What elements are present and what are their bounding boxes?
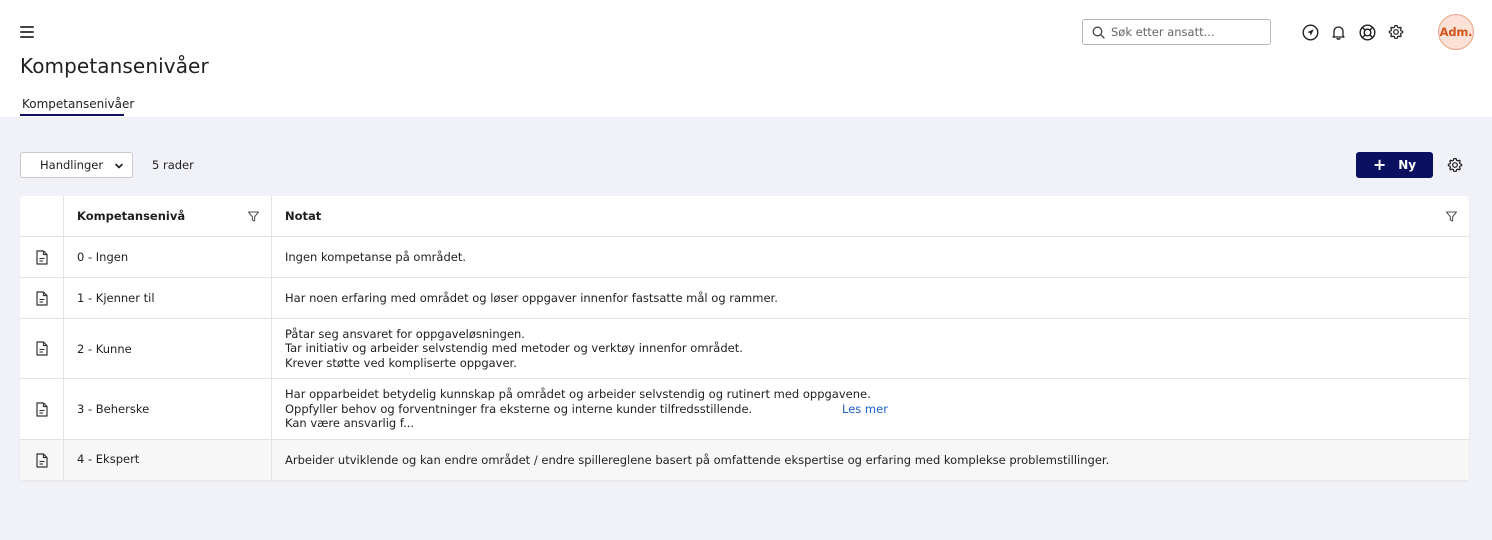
note-cell: Påtar seg ansvaret for oppgaveløsningen.… <box>272 319 1469 378</box>
column-header-level[interactable]: Kompetansenivå <box>64 196 272 236</box>
table-row[interactable]: 4 - Ekspert Arbeider utviklende og kan e… <box>20 440 1469 480</box>
document-icon[interactable] <box>20 440 64 480</box>
document-icon[interactable] <box>20 379 64 439</box>
note-line: Påtar seg ansvaret for oppgaveløsningen. <box>285 326 525 341</box>
avatar[interactable]: Adm. <box>1438 14 1474 50</box>
document-icon[interactable] <box>20 319 64 378</box>
note-line: Krever støtte ved kompliserte oppgaver. <box>285 355 517 370</box>
new-button[interactable]: + Ny <box>1356 152 1433 178</box>
table-row[interactable]: 1 - Kjenner til Har noen erfaring med om… <box>20 278 1469 319</box>
column-header-note[interactable]: Notat <box>272 196 1469 236</box>
document-icon[interactable] <box>20 278 64 318</box>
note-cell: Har opparbeidet betydelig kunnskap på om… <box>272 379 1469 439</box>
note-line: Kan være ansvarlig f... <box>285 416 415 431</box>
search-icon <box>1092 26 1105 39</box>
level-cell: 3 - Beherske <box>64 379 272 439</box>
active-tab-indicator <box>20 114 124 116</box>
competence-table: Kompetansenivå Notat 0 - Ingen Ingen kom… <box>20 196 1469 480</box>
plus-icon: + <box>1372 155 1387 174</box>
column-header-note-label: Notat <box>285 208 322 223</box>
row-count: 5 rader <box>152 158 194 172</box>
tab-kompetanseniva[interactable]: Kompetansenivåer <box>22 97 134 111</box>
level-cell: 0 - Ingen <box>64 237 272 277</box>
document-icon[interactable] <box>20 237 64 277</box>
note-line: Har noen erfaring med området og løser o… <box>285 290 778 305</box>
bell-icon[interactable] <box>1329 23 1347 41</box>
note-cell: Har noen erfaring med området og løser o… <box>272 278 1469 318</box>
navigation-arrow-icon[interactable] <box>1301 23 1319 41</box>
level-cell: 2 - Kunne <box>64 319 272 378</box>
gear-icon[interactable] <box>1387 23 1405 41</box>
level-cell: 4 - Ekspert <box>64 440 272 480</box>
read-more-link[interactable]: Les mer <box>842 402 888 417</box>
note-line: Arbeider utviklende og kan endre området… <box>285 452 1110 467</box>
note-line: Ingen kompetanse på området. <box>285 249 466 264</box>
table-row[interactable]: 0 - Ingen Ingen kompetanse på området. <box>20 237 1469 278</box>
search-input[interactable] <box>1111 25 1261 39</box>
chevron-down-icon <box>115 163 123 169</box>
column-header-level-label: Kompetansenivå <box>77 209 186 223</box>
employee-search[interactable] <box>1082 19 1271 45</box>
page-title: Kompetansenivåer <box>20 54 209 78</box>
level-cell: 1 - Kjenner til <box>64 278 272 318</box>
note-cell: Arbeider utviklende og kan endre området… <box>272 440 1469 480</box>
table-row[interactable]: 2 - Kunne Påtar seg ansvaret for oppgave… <box>20 319 1469 379</box>
table-header-row: Kompetansenivå Notat <box>20 196 1469 237</box>
top-bar: Kompetansenivåer Kompetansenivåer Søk et… <box>0 0 1492 117</box>
note-cell: Ingen kompetanse på området. <box>272 237 1469 277</box>
hamburger-menu-icon[interactable] <box>20 26 34 38</box>
note-line: Tar initiativ og arbeider selvstendig me… <box>285 341 743 356</box>
note-line: Har opparbeidet betydelig kunnskap på om… <box>285 387 871 402</box>
filter-icon[interactable] <box>247 210 260 223</box>
table-settings-gear-icon[interactable] <box>1447 157 1463 173</box>
table-row[interactable]: 3 - Beherske Har opparbeidet betydelig k… <box>20 379 1469 440</box>
header-icon-cell <box>20 196 64 236</box>
actions-dropdown[interactable]: Handlinger <box>20 152 133 178</box>
actions-label: Handlinger <box>40 158 104 172</box>
new-button-label: Ny <box>1398 158 1417 172</box>
filter-icon[interactable] <box>1445 210 1458 223</box>
lifebuoy-icon[interactable] <box>1358 23 1376 41</box>
